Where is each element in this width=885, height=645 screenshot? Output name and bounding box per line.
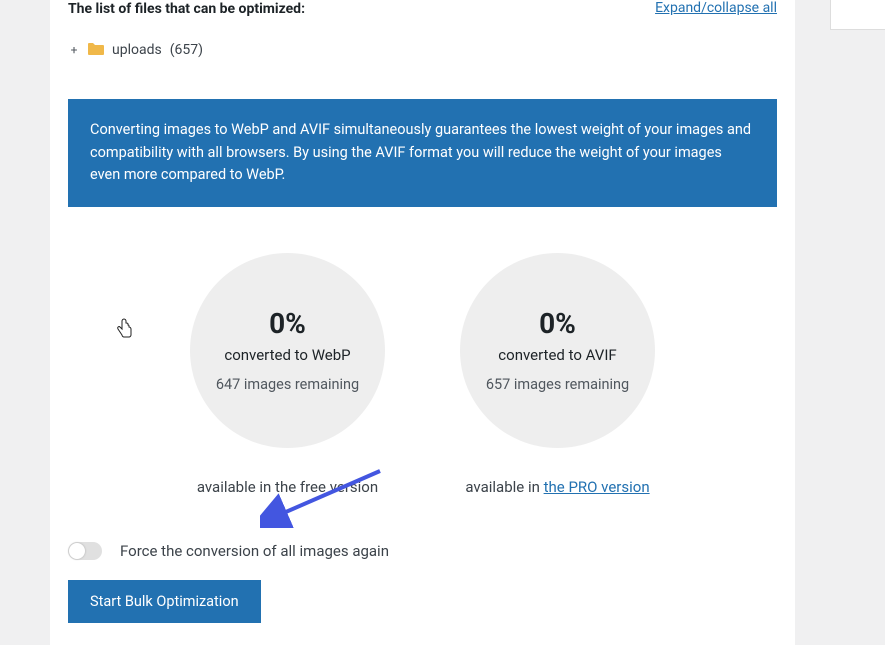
main-panel: The list of files that can be optimized:… xyxy=(50,0,795,645)
folder-icon xyxy=(88,40,104,59)
file-tree-item[interactable]: + uploads (657) xyxy=(50,32,795,77)
start-bulk-optimization-button[interactable]: Start Bulk Optimization xyxy=(68,580,261,623)
file-tree-item-count: (657) xyxy=(170,42,203,58)
avif-percent: 0% xyxy=(539,307,576,340)
force-conversion-label: Force the conversion of all images again xyxy=(120,542,389,560)
webp-progress-circle: 0% converted to WebP 647 images remainin… xyxy=(190,253,385,448)
sidebar-stub xyxy=(830,0,885,30)
force-conversion-toggle[interactable] xyxy=(68,542,102,560)
pro-version-link[interactable]: the PRO version xyxy=(544,478,650,496)
stats-row: 0% converted to WebP 647 images remainin… xyxy=(50,225,795,526)
avif-progress-circle: 0% converted to AVIF 657 images remainin… xyxy=(460,253,655,448)
avif-availability: available in the PRO version xyxy=(465,478,649,496)
file-list-header: The list of files that can be optimized:… xyxy=(50,0,795,32)
webp-percent: 0% xyxy=(269,307,306,340)
file-tree-item-name: uploads xyxy=(112,42,162,58)
avif-remaining: 657 images remaining xyxy=(486,376,629,393)
avif-sub-label: converted to AVIF xyxy=(498,346,616,364)
info-banner: Converting images to WebP and AVIF simul… xyxy=(68,99,777,206)
webp-availability: available in the free version xyxy=(197,478,378,496)
plus-icon: + xyxy=(68,43,80,57)
webp-sub-label: converted to WebP xyxy=(224,346,350,364)
force-toggle-row: Force the conversion of all images again xyxy=(50,526,795,580)
webp-stat-block: 0% converted to WebP 647 images remainin… xyxy=(190,253,385,496)
webp-remaining: 647 images remaining xyxy=(216,376,359,393)
avif-availability-prefix: available in xyxy=(465,478,543,496)
avif-stat-block: 0% converted to AVIF 657 images remainin… xyxy=(460,253,655,496)
expand-collapse-link[interactable]: Expand/collapse all xyxy=(655,0,777,16)
